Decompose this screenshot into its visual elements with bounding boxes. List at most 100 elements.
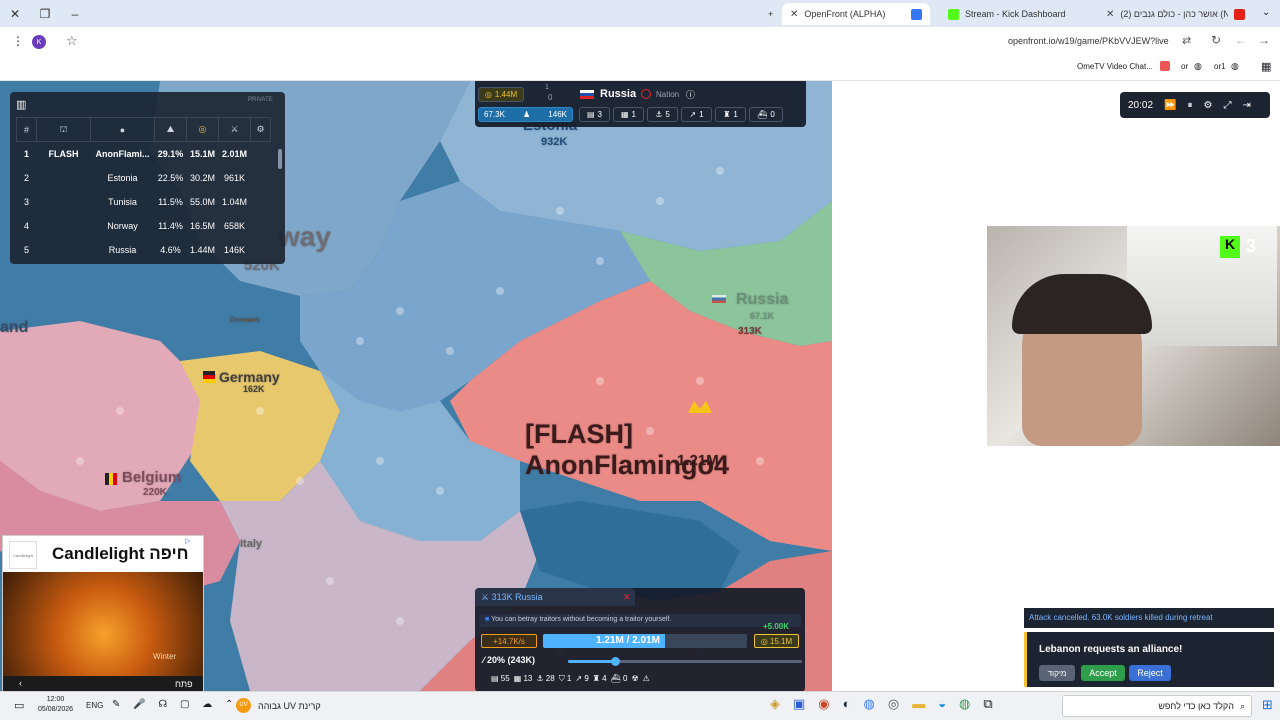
- unit-warship[interactable]: ⛴ 0: [749, 107, 783, 122]
- income-label: +5.00K: [763, 622, 790, 631]
- unit-port[interactable]: ⚓ 5: [647, 107, 678, 122]
- search-icon: ⌕: [1239, 700, 1245, 711]
- globe-icon: ◍: [1231, 61, 1239, 71]
- gold-icon: ◎: [484, 90, 492, 99]
- tray-icons[interactable]: ✎ 🎤 ☊ ▢ ☁ ⌃: [112, 699, 238, 710]
- folder-icon[interactable]: ▬: [912, 696, 925, 716]
- leaderboard-settings-icon[interactable]: ⚙: [250, 117, 271, 142]
- col-gold-icon[interactable]: ◎: [186, 117, 219, 142]
- tab-kick-dashboard[interactable]: Stream - Kick Dashboard: [940, 3, 1090, 25]
- row-rank: 4: [23, 220, 29, 231]
- table-row[interactable]: 3 Tunisia 11.5% 55.0M 1.04M: [17, 190, 271, 214]
- tab-search-icon[interactable]: ⌄: [1262, 7, 1270, 18]
- edge-icon[interactable]: ◒: [938, 696, 946, 716]
- restore-window-icon[interactable]: ❐: [30, 0, 60, 27]
- ad-prev-icon[interactable]: ‹: [19, 678, 22, 688]
- task-view-icon[interactable]: ⧉: [983, 696, 992, 716]
- nation-type: Nation: [656, 90, 680, 99]
- build-port[interactable]: ⚓ 28: [536, 674, 554, 690]
- belgium-flag-icon: [105, 473, 117, 485]
- new-tab-button[interactable]: +: [760, 3, 780, 25]
- build-factory[interactable]: ▦ 13: [514, 674, 533, 690]
- url-text[interactable]: openfront.io/w19/game/PKbVVJEW?live: [1008, 36, 1169, 46]
- col-player-icon[interactable]: ●: [90, 117, 155, 142]
- build-warship[interactable]: ⛴ 0: [611, 674, 628, 690]
- leaderboard-scrollbar[interactable]: [278, 149, 282, 169]
- reject-button[interactable]: Reject: [1129, 665, 1171, 681]
- fullscreen-icon[interactable]: ⤢: [1223, 100, 1231, 111]
- taskbar-search[interactable]: הקלד כאן כדי לחפש ⌕: [1062, 695, 1252, 717]
- menu-icon[interactable]: ⋮: [12, 34, 24, 48]
- browser-tab-strip: ✕ ❐ – + ✕ OpenFront (ALPHA) Stream - Kic…: [0, 0, 1280, 27]
- close-tab-icon[interactable]: ✕: [1106, 9, 1114, 20]
- table-row[interactable]: 1 FLASH AnonFlami... 29.1% 15.1M 2.01M: [17, 142, 271, 166]
- exit-icon[interactable]: ⇥: [1242, 100, 1250, 111]
- chrome-icon[interactable]: ◍: [959, 696, 970, 716]
- notifications-icon[interactable]: ▭: [14, 699, 24, 712]
- col-land-icon[interactable]: ⛰: [154, 117, 187, 142]
- start-button[interactable]: ⊞: [1262, 697, 1273, 713]
- info-icon[interactable]: ⓘ: [686, 88, 695, 101]
- back-icon[interactable]: →: [1258, 33, 1270, 47]
- close-window-icon[interactable]: ✕: [0, 0, 30, 27]
- table-row[interactable]: 4 Norway 11.4% 16.5M 658K: [17, 214, 271, 238]
- build-mirv[interactable]: ⚠: [643, 674, 650, 690]
- fast-forward-icon[interactable]: ⏩: [1164, 100, 1176, 111]
- close-tab-icon[interactable]: ✕: [790, 9, 798, 20]
- steam-icon[interactable]: ◐: [843, 696, 851, 716]
- bookmark-or[interactable]: or: [1181, 62, 1188, 71]
- alliance-request-text: Lebanon requests an alliance!: [1039, 644, 1183, 655]
- search-placeholder: הקלד כאן כדי לחפש: [1158, 701, 1234, 711]
- col-troops-icon[interactable]: ⚔: [218, 117, 251, 142]
- build-defense[interactable]: ⛉ 1: [559, 674, 572, 690]
- nation-target-icon: [641, 89, 651, 99]
- focus-button[interactable]: מיקוד: [1039, 665, 1075, 681]
- col-clan-icon[interactable]: ⛫: [36, 117, 91, 142]
- build-sam[interactable]: ♜ 4: [593, 674, 607, 690]
- viewer-counter: 3: [1246, 236, 1257, 256]
- leaderboard-toggle-icon[interactable]: ▥: [16, 98, 30, 112]
- minimize-window-icon[interactable]: –: [60, 0, 90, 27]
- weather-text[interactable]: גבוהה UV קרינת: [258, 701, 321, 711]
- cancel-attack-icon[interactable]: ✕: [623, 592, 633, 602]
- table-row[interactable]: 5 Russia 4.6% 1.44M 146K: [17, 238, 271, 262]
- row-rank: 1: [23, 148, 29, 159]
- language-indicator[interactable]: ENG: [86, 701, 103, 710]
- adchoices-icon[interactable]: ▷: [185, 537, 190, 545]
- accept-button[interactable]: Accept: [1081, 665, 1125, 681]
- slider-handle[interactable]: [610, 657, 620, 666]
- unit-factory[interactable]: ▦ 1: [613, 107, 644, 122]
- settings-icon[interactable]: ⚙: [1203, 100, 1212, 111]
- ad-banner[interactable]: Candlelight Candlelight חיפה ▷ Winter ‹ …: [2, 535, 204, 692]
- table-row[interactable]: 2 Estonia 22.5% 30.2M 961K: [17, 166, 271, 190]
- profile-avatar[interactable]: K: [32, 35, 46, 49]
- ad-title: Candlelight חיפה: [52, 544, 189, 563]
- bookmark-or1[interactable]: or1: [1214, 62, 1226, 71]
- forward-icon[interactable]: ←: [1235, 33, 1247, 47]
- app-icon[interactable]: ◉: [818, 696, 829, 716]
- ad-open-label[interactable]: פתח: [175, 679, 193, 689]
- taskbar-clock[interactable]: 12:00 05/08/2026: [38, 695, 73, 715]
- bookmark-ometv[interactable]: OmeTV Video Chat...: [1077, 62, 1153, 71]
- app-icon[interactable]: ◈: [770, 696, 780, 716]
- row-name: Norway: [107, 220, 138, 231]
- chrome-icon[interactable]: ◍: [864, 696, 875, 716]
- reload-icon[interactable]: ↻: [1211, 33, 1221, 47]
- build-nuke[interactable]: ☢: [631, 674, 638, 690]
- unit-defense[interactable]: ♜ 1: [715, 107, 746, 122]
- build-city[interactable]: ▤ 55: [491, 674, 510, 690]
- apps-grid-icon[interactable]: ▦: [1261, 60, 1271, 73]
- tab-openfront[interactable]: ✕ OpenFront (ALPHA): [782, 3, 930, 25]
- bookmark-star-icon[interactable]: ☆: [66, 33, 78, 49]
- app-icon[interactable]: ▣: [793, 696, 805, 716]
- row-troops: 961K: [223, 172, 246, 183]
- tab-youtube[interactable]: ✕ (2) אושר כהן - כולם גנבים (Nuri): [1098, 3, 1258, 25]
- site-settings-icon[interactable]: ⇄: [1182, 34, 1191, 47]
- unit-city[interactable]: ▤ 3: [579, 107, 610, 122]
- unit-missile[interactable]: ↗ 1: [681, 107, 712, 122]
- obs-icon[interactable]: ◎: [888, 696, 899, 716]
- attack-ratio-slider[interactable]: [568, 657, 802, 666]
- build-missile[interactable]: ↗ 9: [575, 674, 588, 690]
- pause-icon[interactable]: ⏸: [1187, 100, 1192, 111]
- row-rank: 5: [23, 244, 29, 255]
